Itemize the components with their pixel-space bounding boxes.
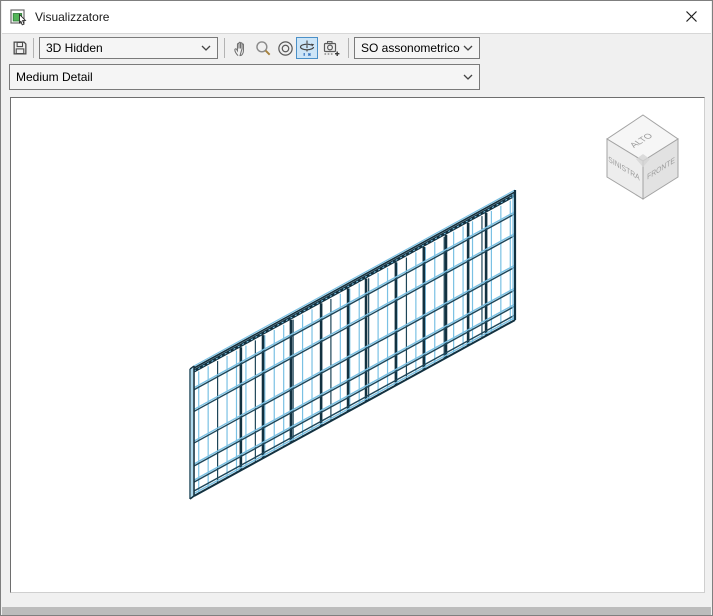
window-bottom-edge: [2, 607, 711, 615]
floppy-disk-icon: [13, 41, 27, 55]
chevron-down-icon: [463, 74, 473, 80]
chevron-down-icon: [463, 45, 473, 51]
separator: [224, 38, 225, 58]
add-camera-button[interactable]: [320, 37, 342, 59]
turntable-button[interactable]: [296, 37, 318, 59]
magnifier-icon: [255, 40, 270, 55]
detail-level-select[interactable]: Medium Detail: [9, 64, 480, 90]
zoom-button[interactable]: [252, 37, 274, 59]
orientation-select[interactable]: SO assonometrico: [354, 37, 480, 59]
orientation-value: SO assonometrico: [361, 41, 460, 55]
save-button[interactable]: [9, 37, 31, 59]
close-icon: [685, 11, 697, 22]
close-button[interactable]: [671, 1, 711, 32]
window-title: Visualizzatore: [35, 10, 110, 24]
toolbar: 3D Hidden SO assonometrico Medium Detail: [2, 34, 711, 96]
pan-button[interactable]: [229, 37, 251, 59]
orbit-icon: [277, 40, 293, 56]
separator: [33, 38, 34, 58]
viewcube[interactable]: ALTO SINISTRA FRONTE: [606, 114, 679, 200]
view-style-select[interactable]: 3D Hidden: [39, 37, 218, 59]
separator: [348, 38, 349, 58]
chevron-down-icon: [201, 45, 211, 51]
orbit-button[interactable]: [274, 37, 296, 59]
app-icon: [10, 9, 27, 26]
view-style-value: 3D Hidden: [46, 41, 103, 55]
viewport-canvas[interactable]: ALTO SINISTRA FRONTE: [10, 97, 705, 593]
detail-level-value: Medium Detail: [16, 70, 93, 84]
title-bar: Visualizzatore: [2, 1, 711, 34]
camera-plus-icon: [323, 41, 340, 56]
visualizzatore-window: Visualizzatore 3D Hidden SO assonometric…: [0, 0, 713, 616]
viewport-drawing: ALTO SINISTRA FRONTE: [189, 114, 679, 500]
hand-icon: [233, 41, 244, 56]
turntable-axis-icon: [299, 40, 315, 57]
railing-model: [189, 189, 517, 500]
